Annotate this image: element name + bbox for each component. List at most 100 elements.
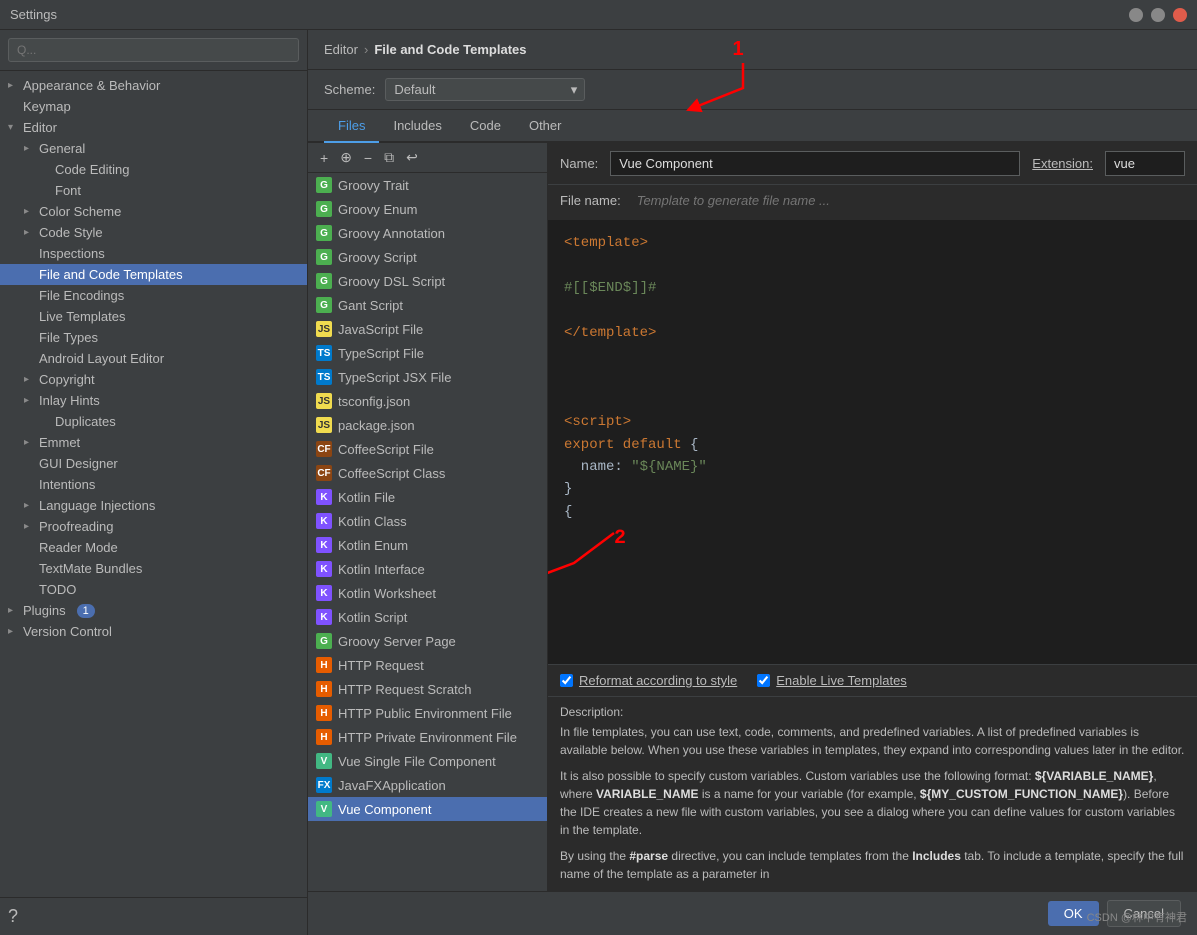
sidebar-item-gui-designer[interactable]: GUI Designer: [0, 453, 307, 474]
add-template-button[interactable]: +: [316, 148, 332, 168]
sidebar-item-appearance[interactable]: Appearance & Behavior: [0, 75, 307, 96]
reset-template-button[interactable]: ↩: [402, 147, 422, 168]
file-item-http-public-env-file[interactable]: HHTTP Public Environment File: [308, 701, 547, 725]
sidebar-item-label: File Encodings: [39, 288, 124, 303]
file-item-groovy-script[interactable]: G Groovy Script: [308, 245, 547, 269]
sidebar-item-keymap[interactable]: Keymap: [0, 96, 307, 117]
sidebar-item-label: File Types: [39, 330, 98, 345]
file-item-javascript-file[interactable]: JSJavaScript File: [308, 317, 547, 341]
file-label: Kotlin Class: [338, 514, 407, 529]
arrow-icon: [8, 80, 18, 91]
help-icon[interactable]: ?: [8, 906, 18, 927]
file-item-typescript-file[interactable]: TSTypeScript File: [308, 341, 547, 365]
file-label: Groovy Script: [338, 250, 417, 265]
file-item-kotlin-interface[interactable]: KKotlin Interface: [308, 557, 547, 581]
file-item-javafx-application[interactable]: FXJavaFXApplication: [308, 773, 547, 797]
sidebar-item-plugins[interactable]: Plugins1: [0, 600, 307, 621]
file-label: Vue Single File Component: [338, 754, 496, 769]
file-item-kotlin-script[interactable]: KKotlin Script: [308, 605, 547, 629]
file-item-typescript-jsx-file[interactable]: TSTypeScript JSX File: [308, 365, 547, 389]
scheme-row: Scheme: Default: [308, 70, 1197, 110]
file-item-kotlin-class[interactable]: KKotlin Class: [308, 509, 547, 533]
file-item-vue-component[interactable]: VVue Component: [308, 797, 547, 821]
cancel-button[interactable]: Cancel: [1107, 900, 1181, 927]
sidebar-item-copyright[interactable]: Copyright: [0, 369, 307, 390]
file-icon: G: [316, 249, 332, 265]
arrow-icon: [24, 437, 34, 448]
sidebar-item-android-layout[interactable]: Android Layout Editor: [0, 348, 307, 369]
tab-files[interactable]: Files: [324, 110, 379, 143]
sidebar-item-reader-mode[interactable]: Reader Mode: [0, 537, 307, 558]
file-item-groovy-dsl-script[interactable]: GGroovy DSL Script: [308, 269, 547, 293]
file-item-coffeescript-file[interactable]: CFCoffeeScript File: [308, 437, 547, 461]
live-templates-checkbox[interactable]: [757, 674, 770, 687]
file-item-groovy-server-page[interactable]: GGroovy Server Page: [308, 629, 547, 653]
sidebar-item-proofreading[interactable]: Proofreading: [0, 516, 307, 537]
scheme-select[interactable]: Default: [385, 78, 585, 101]
copy-template-button[interactable]: ⊕: [336, 147, 356, 168]
desc-text: In file templates, you can use text, cod…: [560, 723, 1185, 883]
sidebar-item-intentions[interactable]: Intentions: [0, 474, 307, 495]
bottom-bar: OK Cancel: [308, 891, 1197, 935]
sidebar-item-live-templates[interactable]: Live Templates: [0, 306, 307, 327]
file-item-kotlin-enum[interactable]: KKotlin Enum: [308, 533, 547, 557]
sidebar-item-general[interactable]: General: [0, 138, 307, 159]
tab-includes[interactable]: Includes: [379, 110, 455, 143]
reformat-label: Reformat according to style: [579, 673, 737, 688]
file-item-package-json[interactable]: JSpackage.json: [308, 413, 547, 437]
ok-button[interactable]: OK: [1048, 901, 1099, 926]
file-item-vue-single-file[interactable]: VVue Single File Component: [308, 749, 547, 773]
sidebar-item-emmet[interactable]: Emmet: [0, 432, 307, 453]
sidebar-item-file-encodings[interactable]: File Encodings: [0, 285, 307, 306]
file-item-groovy-trait[interactable]: GGroovy Trait: [308, 173, 547, 197]
sidebar-item-color-scheme[interactable]: Color Scheme: [0, 201, 307, 222]
file-item-kotlin-file[interactable]: KKotlin File: [308, 485, 547, 509]
sidebar-item-inspections[interactable]: Inspections: [0, 243, 307, 264]
sidebar-item-label: Color Scheme: [39, 204, 121, 219]
file-item-kotlin-worksheet[interactable]: KKotlin Worksheet: [308, 581, 547, 605]
file-item-http-private-env-file[interactable]: HHTTP Private Environment File: [308, 725, 547, 749]
sidebar-item-textmate-bundles[interactable]: TextMate Bundles: [0, 558, 307, 579]
sidebar-item-code-style[interactable]: Code Style: [0, 222, 307, 243]
sidebar-item-version-control[interactable]: Version Control: [0, 621, 307, 642]
minimize-btn[interactable]: [1129, 8, 1143, 22]
sidebar-item-file-code-templates[interactable]: File and Code Templates: [0, 264, 307, 285]
sidebar-item-language-injections[interactable]: Language Injections: [0, 495, 307, 516]
file-item-groovy-enum[interactable]: GGroovy Enum: [308, 197, 547, 221]
sidebar-item-todo[interactable]: TODO: [0, 579, 307, 600]
title-bar: Settings: [0, 0, 1197, 30]
maximize-btn[interactable]: [1151, 8, 1165, 22]
sidebar-item-code-editing[interactable]: Code Editing: [0, 159, 307, 180]
desc-label: Description:: [560, 705, 1185, 719]
description-area: Description: In file templates, you can …: [548, 696, 1197, 891]
file-item-groovy-annotation[interactable]: GGroovy Annotation: [308, 221, 547, 245]
file-list: + ⊕ − ⧉ ↩ GGroovy TraitGGroovy EnumGGroo…: [308, 143, 548, 891]
file-icon: CF: [316, 465, 332, 481]
close-btn[interactable]: [1173, 8, 1187, 22]
sidebar-item-label: Proofreading: [39, 519, 113, 534]
file-item-coffeescript-class[interactable]: CFCoffeeScript Class: [308, 461, 547, 485]
tab-other[interactable]: Other: [515, 110, 576, 143]
search-input[interactable]: [8, 38, 299, 62]
file-icon: K: [316, 561, 332, 577]
arrow-icon: [24, 374, 34, 385]
sidebar-item-inlay-hints[interactable]: Inlay Hints: [0, 390, 307, 411]
file-item-http-request-scratch[interactable]: HHTTP Request Scratch: [308, 677, 547, 701]
ext-input[interactable]: [1105, 151, 1185, 176]
arrow-icon: [24, 395, 34, 406]
remove-template-button[interactable]: −: [360, 148, 376, 168]
filename-input[interactable]: [629, 189, 1185, 212]
paste-template-button[interactable]: ⧉: [380, 147, 398, 168]
tab-code[interactable]: Code: [456, 110, 515, 143]
name-input[interactable]: [610, 151, 1020, 176]
sidebar-item-editor[interactable]: Editor: [0, 117, 307, 138]
file-icon: K: [316, 489, 332, 505]
file-item-gant-script[interactable]: GGant Script: [308, 293, 547, 317]
reformat-checkbox[interactable]: [560, 674, 573, 687]
code-editor[interactable]: <template> #[[$END$]]# </template> <scri…: [548, 220, 1197, 664]
file-item-http-request[interactable]: HHTTP Request: [308, 653, 547, 677]
file-item-tsconfig-json[interactable]: JStsconfig.json: [308, 389, 547, 413]
sidebar-item-file-types[interactable]: File Types: [0, 327, 307, 348]
sidebar-item-duplicates[interactable]: Duplicates: [0, 411, 307, 432]
sidebar-item-font[interactable]: Font: [0, 180, 307, 201]
